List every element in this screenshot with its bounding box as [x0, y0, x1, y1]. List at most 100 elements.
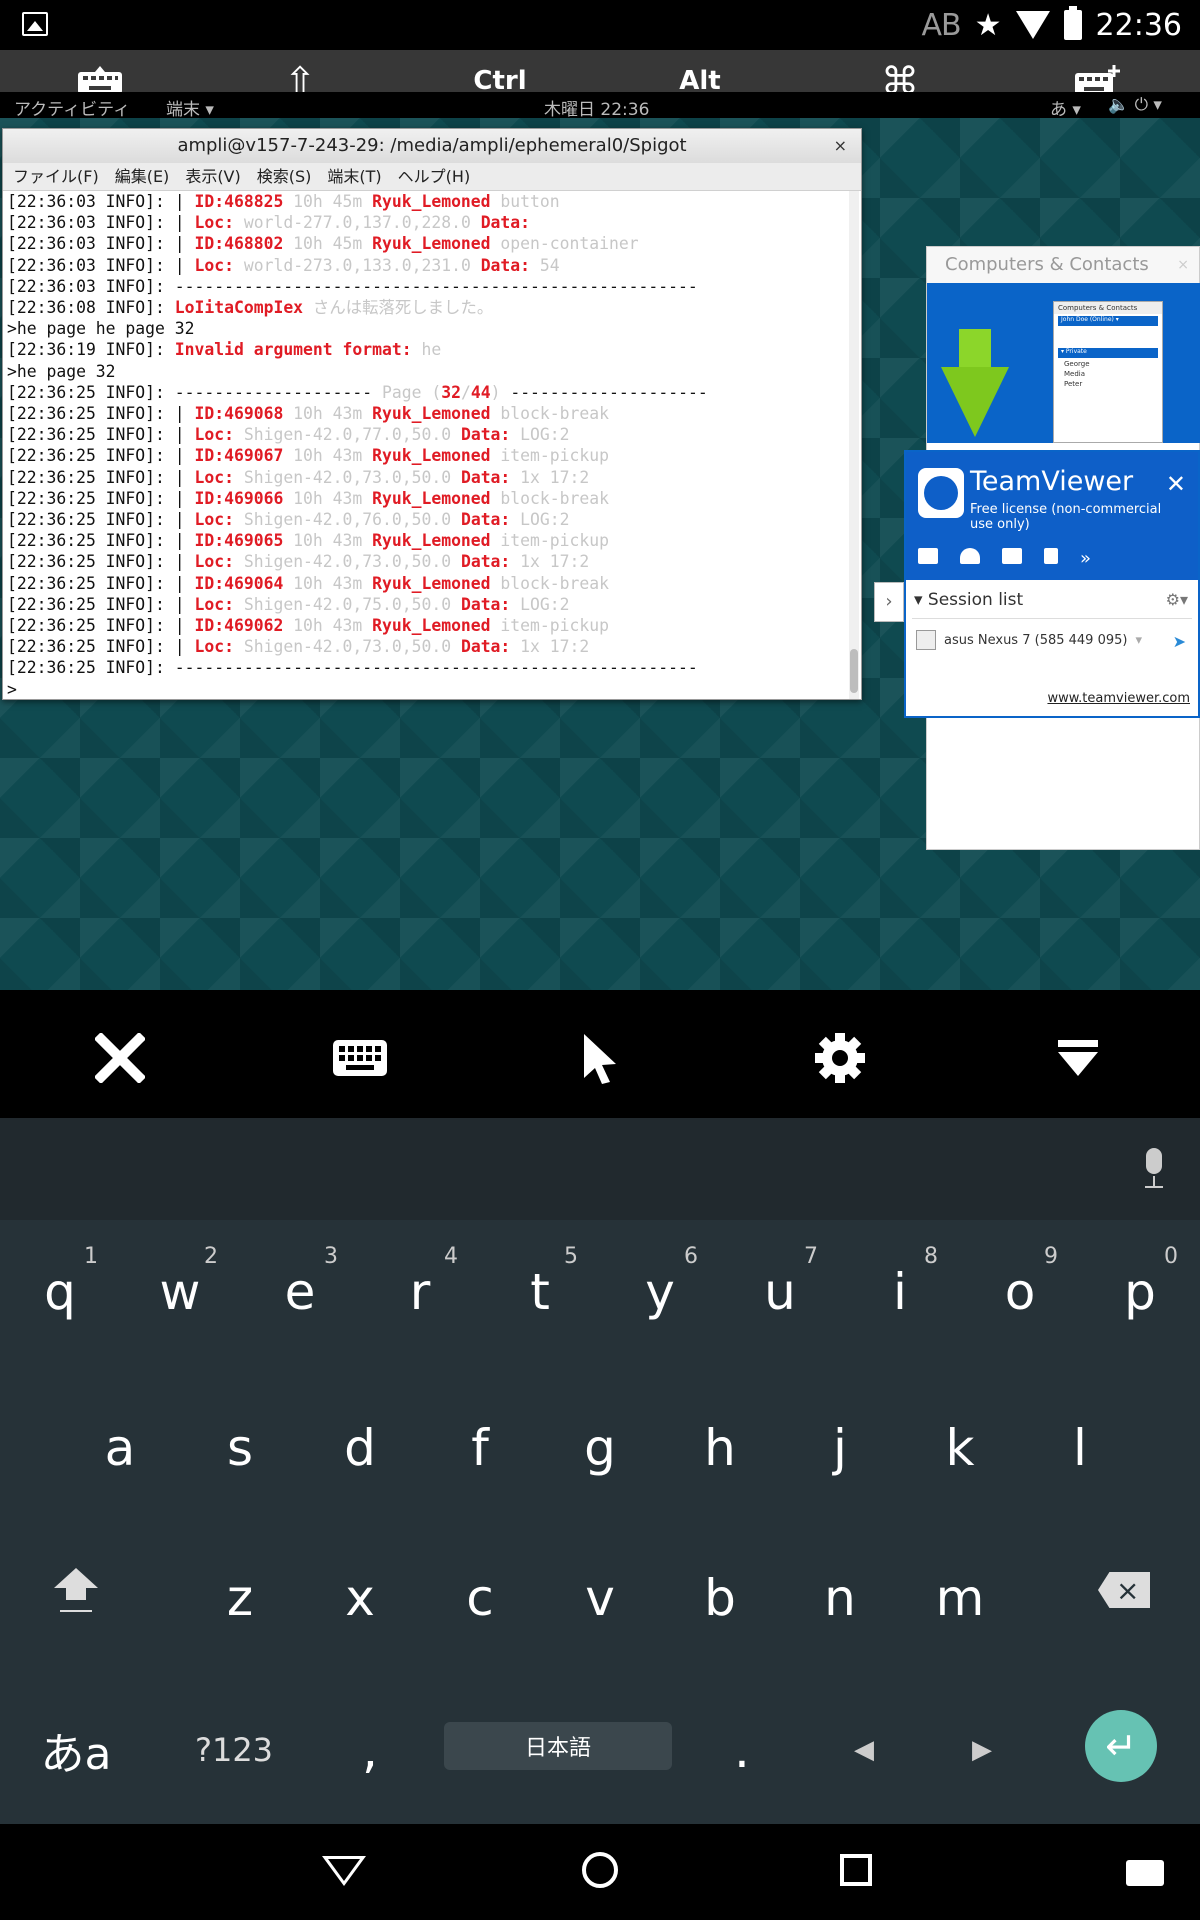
- terminal-text-segment: item-pickup: [490, 616, 609, 636]
- teamviewer-expand-tab[interactable]: ›: [874, 582, 904, 622]
- pointer-icon[interactable]: [560, 1018, 640, 1098]
- key-w[interactable]: w2: [120, 1232, 240, 1352]
- activities-button[interactable]: アクティビティ: [14, 95, 130, 120]
- symbols-key[interactable]: ?123: [174, 1690, 294, 1810]
- space-key[interactable]: 日本語: [444, 1722, 672, 1770]
- backspace-icon[interactable]: ×: [1098, 1572, 1150, 1608]
- gear-icon[interactable]: ⚙▾: [1166, 590, 1188, 609]
- more-icon[interactable]: »: [1080, 548, 1091, 569]
- terminal-text-segment: Ryuk_Lemoned: [372, 488, 491, 508]
- cursor-left-key[interactable]: ◀: [804, 1690, 924, 1810]
- key-x[interactable]: x: [300, 1538, 420, 1658]
- key-b[interactable]: b: [660, 1538, 780, 1658]
- menu-search[interactable]: 検索(S): [257, 163, 312, 190]
- language-switch-key[interactable]: あa: [16, 1690, 136, 1810]
- file-icon[interactable]: [1044, 548, 1058, 564]
- key-l[interactable]: l: [1020, 1388, 1140, 1508]
- terminal-window[interactable]: ampli@v157-7-243-29: /media/ampli/epheme…: [2, 128, 862, 700]
- terminal-text-segment: [22:36:03 INFO]: |: [7, 213, 195, 233]
- teamviewer-panel[interactable]: TeamViewer Free license (non-commercial …: [904, 450, 1200, 718]
- terminal-titlebar[interactable]: ampli@v157-7-243-29: /media/ampli/epheme…: [3, 129, 861, 163]
- keyboard-icon[interactable]: [1126, 1860, 1164, 1886]
- key-g[interactable]: g: [540, 1388, 660, 1508]
- terminal-text-segment: block-break: [490, 488, 609, 508]
- key-d[interactable]: d: [300, 1388, 420, 1508]
- preview-item: Peter: [1064, 380, 1083, 388]
- menu-view[interactable]: 表示(V): [185, 163, 240, 190]
- key-r[interactable]: r4: [360, 1232, 480, 1352]
- menu-help[interactable]: ヘルプ(H): [398, 163, 471, 190]
- key-p[interactable]: p0: [1080, 1232, 1200, 1352]
- key-m[interactable]: m: [900, 1538, 1020, 1658]
- pointer-icon[interactable]: ➤: [1173, 632, 1186, 651]
- key-v[interactable]: v: [540, 1538, 660, 1658]
- session-list-header[interactable]: ▾ Session list: [914, 590, 1023, 610]
- enter-key[interactable]: ↵: [1085, 1710, 1157, 1782]
- terminal-text-segment: Ryuk_Lemoned: [372, 404, 491, 424]
- video-icon[interactable]: [918, 548, 938, 564]
- terminal-output[interactable]: [22:36:03 INFO]: | ID:468825 10h 45m Ryu…: [3, 191, 847, 699]
- teamviewer-link[interactable]: www.teamviewer.com: [1047, 691, 1190, 706]
- chevron-down-icon[interactable]: ▾: [1135, 633, 1142, 648]
- session-device-name: asus Nexus 7 (585 449 095): [944, 632, 1128, 648]
- key-number-hint: 7: [804, 1244, 818, 1269]
- home-icon[interactable]: [582, 1852, 618, 1888]
- terminal-text-segment: [22:36:25 INFO]: |: [7, 552, 195, 572]
- key-i[interactable]: i8: [840, 1232, 960, 1352]
- mic-icon[interactable]: [1142, 1148, 1166, 1188]
- app-menu[interactable]: 端末 ▾: [166, 95, 214, 120]
- key-e[interactable]: e3: [240, 1232, 360, 1352]
- terminal-text-segment: Shigen-42.0,76.0,50.0: [233, 510, 461, 530]
- key-s[interactable]: s: [180, 1388, 300, 1508]
- ime-indicator[interactable]: あ ▾: [1050, 95, 1081, 120]
- key-t[interactable]: t5: [480, 1232, 600, 1352]
- key-f[interactable]: f: [420, 1388, 540, 1508]
- system-menu[interactable]: 🔈 ⏻ ▾: [1108, 95, 1162, 115]
- menu-file[interactable]: ファイル(F): [13, 163, 99, 190]
- close-icon[interactable]: ✕: [1166, 470, 1186, 498]
- collapse-toolbar-icon[interactable]: [1038, 1018, 1118, 1098]
- period-key[interactable]: .: [682, 1690, 802, 1810]
- terminal-text-segment: Shigen-42.0,75.0,50.0: [233, 594, 461, 614]
- key-q[interactable]: q1: [0, 1232, 120, 1352]
- key-y[interactable]: y6: [600, 1232, 720, 1352]
- recent-apps-icon[interactable]: [840, 1854, 872, 1886]
- terminal-text-segment: 44: [470, 382, 491, 402]
- back-icon[interactable]: [322, 1856, 366, 1886]
- session-item[interactable]: asus Nexus 7 (585 449 095) ▾: [916, 630, 1142, 650]
- cursor-right-key[interactable]: ▶: [922, 1690, 1042, 1810]
- close-session-icon[interactable]: [80, 1018, 160, 1098]
- comma-key[interactable]: ,: [310, 1690, 430, 1810]
- chat-icon[interactable]: [1002, 548, 1022, 564]
- key-a[interactable]: a: [60, 1388, 180, 1508]
- terminal-text-segment: ID:469062: [194, 616, 284, 636]
- gnome-clock[interactable]: 木曜日 22:36: [544, 95, 649, 120]
- headset-icon[interactable]: [960, 548, 980, 564]
- key-k[interactable]: k: [900, 1388, 1020, 1508]
- close-icon[interactable]: ×: [834, 129, 847, 163]
- preview-item: George: [1064, 360, 1090, 368]
- gear-icon[interactable]: [800, 1018, 880, 1098]
- keyboard-icon[interactable]: [320, 1018, 400, 1098]
- shift-key[interactable]: [54, 1568, 98, 1616]
- menu-edit[interactable]: 編集(E): [115, 163, 170, 190]
- key-u[interactable]: u7: [720, 1232, 840, 1352]
- key-z[interactable]: z: [180, 1538, 300, 1658]
- close-icon[interactable]: ×: [1177, 247, 1189, 283]
- teamviewer-logo-icon: [918, 468, 964, 518]
- terminal-text-segment: ID:469067: [194, 446, 284, 466]
- key-c[interactable]: c: [420, 1538, 540, 1658]
- key-n[interactable]: n: [780, 1538, 900, 1658]
- keyboard-suggestion-strip: [0, 1118, 1200, 1220]
- key-o[interactable]: o9: [960, 1232, 1080, 1352]
- key-label: q: [44, 1263, 76, 1321]
- menu-terminal[interactable]: 端末(T): [327, 163, 381, 190]
- terminal-line: [22:36:08 INFO]: LoIitaCompIex さんは転落死しまし…: [7, 297, 843, 318]
- terminal-scrollbar[interactable]: [849, 191, 859, 699]
- terminal-text-segment: Loc:: [194, 467, 234, 487]
- terminal-text-segment: >: [7, 679, 17, 699]
- key-j[interactable]: j: [780, 1388, 900, 1508]
- scrollbar-thumb[interactable]: [850, 649, 858, 693]
- key-h[interactable]: h: [660, 1388, 780, 1508]
- terminal-text-segment: [22:36:08 INFO]:: [7, 298, 175, 318]
